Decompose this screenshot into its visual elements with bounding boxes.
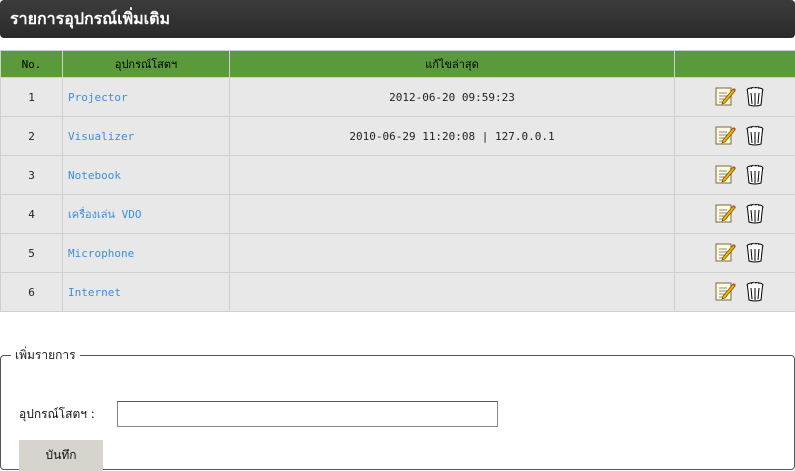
- edit-note-icon[interactable]: [714, 202, 736, 224]
- edit-note-icon[interactable]: [714, 280, 736, 302]
- actions-cell: [675, 117, 795, 156]
- save-button[interactable]: บันทึก: [19, 440, 103, 471]
- equipment-name-cell: Visualizer: [63, 117, 230, 156]
- row-number: 3: [1, 156, 63, 195]
- equipment-name-cell: Microphone: [63, 234, 230, 273]
- equipment-table: No. อุปกรณ์โสตฯ แก้ไขล่าสุด 1 Projector 20…: [0, 50, 795, 312]
- row-number: 4: [1, 195, 63, 234]
- edit-note-icon[interactable]: [714, 85, 736, 107]
- form-legend: เพิ่มรายการ: [11, 346, 80, 365]
- edit-note-icon[interactable]: [714, 241, 736, 263]
- equipment-name-cell: เครื่องเล่น VDO: [63, 195, 230, 234]
- table-row: 1 Projector 2012-06-20 09:59:23: [1, 78, 795, 117]
- trash-can-icon[interactable]: [744, 85, 766, 107]
- trash-can-icon[interactable]: [744, 163, 766, 185]
- column-header-name: อุปกรณ์โสตฯ: [63, 51, 230, 78]
- column-header-updated: แก้ไขล่าสุด: [230, 51, 675, 78]
- last-updated-cell: [230, 273, 675, 312]
- last-updated-cell: 2010-06-29 11:20:08 | 127.0.0.1: [230, 117, 675, 156]
- equipment-table-container: No. อุปกรณ์โสตฯ แก้ไขล่าสุด 1 Projector 20…: [0, 50, 795, 312]
- equipment-link[interactable]: Internet: [68, 286, 121, 299]
- equipment-link[interactable]: Visualizer: [68, 130, 134, 143]
- last-updated-cell: 2012-06-20 09:59:23: [230, 78, 675, 117]
- trash-can-icon[interactable]: [744, 280, 766, 302]
- actions-cell: [675, 273, 795, 312]
- trash-can-icon[interactable]: [744, 124, 766, 146]
- row-number: 2: [1, 117, 63, 156]
- actions-cell: [675, 156, 795, 195]
- equipment-link[interactable]: Microphone: [68, 247, 134, 260]
- table-row: 2 Visualizer 2010-06-29 11:20:08 | 127.0.0…: [1, 117, 795, 156]
- row-number: 1: [1, 78, 63, 117]
- trash-can-icon[interactable]: [744, 241, 766, 263]
- equipment-link[interactable]: Notebook: [68, 169, 121, 182]
- equipment-name-cell: Projector: [63, 78, 230, 117]
- row-number: 6: [1, 273, 63, 312]
- last-updated-cell: [230, 234, 675, 273]
- actions-cell: [675, 234, 795, 273]
- add-item-form: เพิ่มรายการ อุปกรณ์โสตฯ : บันทึก: [0, 346, 795, 470]
- column-header-actions: [675, 51, 795, 78]
- trash-can-icon[interactable]: [744, 202, 766, 224]
- table-row: 4 เครื่องเล่น VDO: [1, 195, 795, 234]
- equipment-name-cell: Internet: [63, 273, 230, 312]
- row-number: 5: [1, 234, 63, 273]
- edit-note-icon[interactable]: [714, 124, 736, 146]
- edit-note-icon[interactable]: [714, 163, 736, 185]
- table-row: 5 Microphone: [1, 234, 795, 273]
- equipment-link[interactable]: เครื่องเล่น VDO: [68, 208, 142, 221]
- equipment-name-input[interactable]: [117, 401, 498, 427]
- table-row: 6 Internet: [1, 273, 795, 312]
- column-header-no: No.: [1, 51, 63, 78]
- table-header-row: No. อุปกรณ์โสตฯ แก้ไขล่าสุด: [1, 51, 795, 78]
- equipment-link[interactable]: Projector: [68, 91, 128, 104]
- last-updated-cell: [230, 195, 675, 234]
- equipment-name-cell: Notebook: [63, 156, 230, 195]
- equipment-field-label: อุปกรณ์โสตฯ :: [19, 405, 95, 424]
- table-row: 3 Notebook: [1, 156, 795, 195]
- actions-cell: [675, 78, 795, 117]
- page-title: รายการอุปกรณ์เพิ่มเติม: [0, 0, 795, 38]
- last-updated-cell: [230, 156, 675, 195]
- actions-cell: [675, 195, 795, 234]
